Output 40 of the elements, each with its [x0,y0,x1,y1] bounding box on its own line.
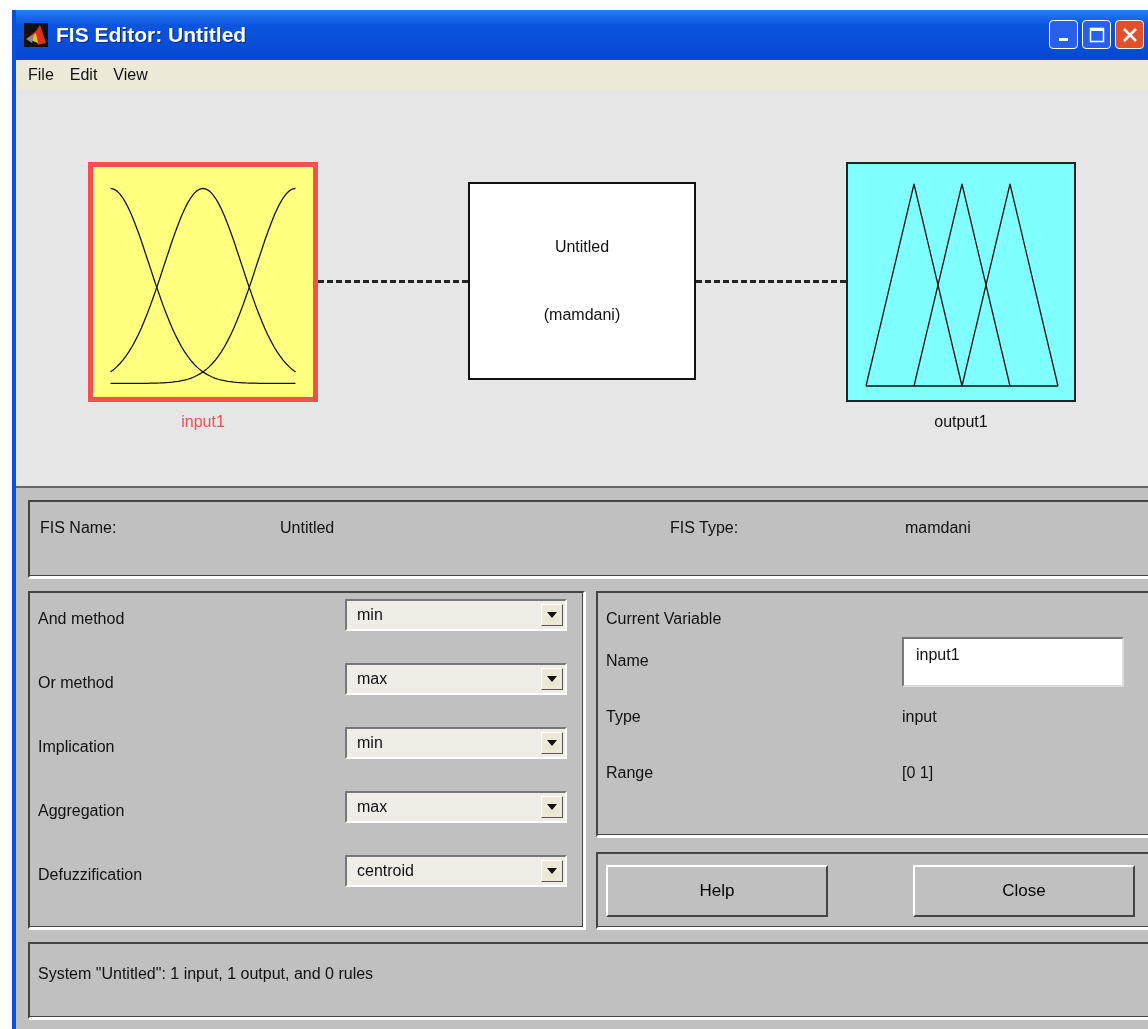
minimize-icon [1059,38,1068,42]
field-value: input [902,707,938,727]
field-label: FIS Type: [670,518,740,538]
panel-title: Current Variable [606,609,723,629]
maximize-button[interactable] [1082,20,1111,50]
menu-item[interactable]: File [22,62,60,87]
method-dropdown[interactable]: min [345,599,567,631]
field-value: [0 1] [902,763,935,783]
close-icon [1121,26,1138,43]
field-value: Untitled [280,518,336,538]
close-button[interactable] [1115,20,1144,50]
field-label: Range [606,763,655,783]
variable-label: output1 [934,411,988,432]
menu-item[interactable]: Edit [63,62,104,87]
method-dropdown[interactable]: max [345,663,567,695]
dialog-button[interactable]: Help [606,864,828,917]
method-label: Implication [38,737,115,757]
method-label: Defuzzification [38,865,143,885]
method-label: Or method [38,673,114,693]
window-title: FIS Editor: Untitled [56,22,248,49]
method-label: Aggregation [38,801,125,821]
method-label: And method [38,609,125,629]
app-logo-icon [24,22,48,47]
variable-label: input1 [181,411,225,432]
field-label: Type [606,707,642,727]
field-label: FIS Name: [40,518,118,538]
system-name: Untitled [554,236,610,257]
method-dropdown[interactable]: max [345,791,567,823]
field-value: mamdani [905,518,971,538]
method-dropdown[interactable]: min [345,727,567,759]
menu-item[interactable]: View [107,62,154,87]
name-field[interactable]: input1 [902,637,1124,687]
system-box[interactable]: Untitled (mamdani) [468,181,696,380]
status-message: System "Untitled": 1 input, 1 output, and 0 rules [28,942,1148,1019]
method-dropdown[interactable]: centroid [345,855,567,887]
minimize-button[interactable] [1049,20,1078,50]
maximize-icon [1088,26,1105,43]
system-type: (mamdani) [543,304,621,325]
dialog-button[interactable]: Close [913,864,1135,917]
field-label: Name [606,651,650,671]
